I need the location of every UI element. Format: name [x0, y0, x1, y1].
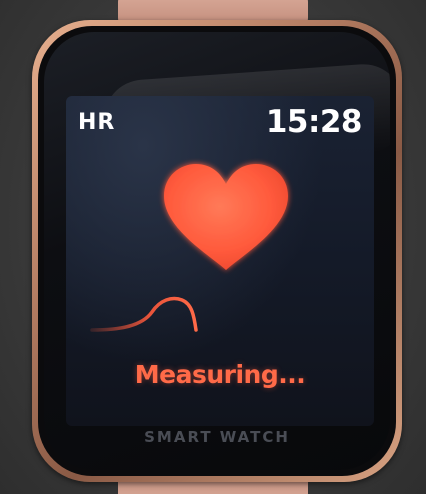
- watch-display[interactable]: HR 15:28 Measuring...: [66, 96, 374, 426]
- measuring-status: Measuring...: [134, 360, 306, 389]
- heart-icon: [164, 164, 288, 270]
- brand-label: SMART WATCH: [144, 428, 290, 446]
- screen-title: HR: [78, 110, 116, 135]
- pulse-wave-icon: [90, 296, 198, 332]
- watch-photo: HR 15:28 Measuring... SMART WATCH: [0, 0, 426, 494]
- clock-time: 15:28: [265, 104, 363, 140]
